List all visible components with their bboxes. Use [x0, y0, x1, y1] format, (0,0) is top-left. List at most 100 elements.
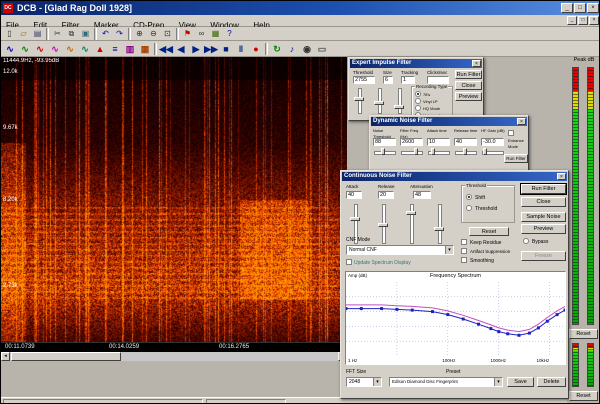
- undo-icon[interactable]: ↶: [99, 27, 112, 40]
- release-time-field[interactable]: 40: [454, 138, 477, 146]
- slider-thumb[interactable]: [374, 101, 384, 105]
- radio-threshold-label[interactable]: Threshold: [475, 206, 497, 212]
- hf-gain-field[interactable]: -30.0: [481, 138, 504, 146]
- slider-thumb[interactable]: [406, 211, 416, 215]
- cnf-mode-select[interactable]: Normal CNF: [346, 245, 454, 255]
- radio-threshold[interactable]: [466, 205, 472, 211]
- loop-icon[interactable]: ∞: [195, 27, 208, 40]
- properties-icon[interactable]: ▦: [209, 27, 222, 40]
- dynamic-noise-filter-icon[interactable]: ∿: [78, 41, 92, 56]
- artifact-suppression-label[interactable]: Artifact Suppression: [470, 249, 510, 255]
- run-filter-button[interactable]: Run Filter: [455, 70, 482, 79]
- play-reverse-icon[interactable]: ◀: [174, 41, 188, 56]
- radio-vinyl-lp[interactable]: [415, 98, 421, 104]
- run-filter-button[interactable]: Run Filter: [504, 154, 528, 163]
- tracking-field[interactable]: 1: [401, 76, 415, 84]
- bypass-label[interactable]: Bypass: [532, 239, 548, 245]
- radio-hq-mode-label[interactable]: HQ Mode: [423, 106, 440, 112]
- marker-flag-icon[interactable]: ⚑: [181, 27, 194, 40]
- radio-hq-mode[interactable]: [415, 105, 421, 111]
- threshold-field[interactable]: 2755: [353, 76, 375, 84]
- monitor-icon[interactable]: ◉: [300, 41, 314, 56]
- gain-tool-icon[interactable]: ▲: [93, 41, 107, 56]
- radio-78s-label[interactable]: 78's: [423, 92, 430, 98]
- record-meter-reset-button[interactable]: Reset: [569, 391, 598, 401]
- slider-thumb[interactable]: [350, 217, 360, 221]
- tracking-slider[interactable]: [393, 87, 405, 115]
- attack-field[interactable]: 40: [346, 191, 362, 199]
- update-spectrum-label[interactable]: Update Spectrum Display: [354, 260, 411, 266]
- paste-icon[interactable]: ▣: [79, 27, 92, 40]
- attack-time-field[interactable]: 10: [427, 138, 450, 146]
- horizontal-scrollbar[interactable]: ◂ ▸: [1, 352, 347, 361]
- keep-residue-checkbox[interactable]: [461, 239, 467, 245]
- release-slider[interactable]: [377, 203, 389, 245]
- sample-noise-button[interactable]: Sample Noise: [521, 212, 566, 222]
- reset-button[interactable]: Reset: [469, 227, 509, 236]
- noise-threshold-field[interactable]: 88: [373, 138, 396, 146]
- radio-shift-label[interactable]: Shift: [475, 195, 485, 201]
- update-spectrum-checkbox[interactable]: [346, 259, 352, 265]
- radio-vinyl-lp-label[interactable]: Vinyl LP: [423, 99, 438, 105]
- radio-78s[interactable]: [415, 91, 421, 97]
- zoom-out-icon[interactable]: ⊖: [147, 27, 160, 40]
- noise-threshold-slider[interactable]: [373, 148, 397, 155]
- slider-thumb[interactable]: [378, 223, 388, 227]
- child-close-icon[interactable]: ×: [589, 16, 599, 25]
- redo-icon[interactable]: ↷: [113, 27, 126, 40]
- child-restore-icon[interactable]: □: [578, 16, 588, 25]
- attenuation-field[interactable]: 48: [413, 191, 431, 199]
- cut-icon[interactable]: ✂: [51, 27, 64, 40]
- slider-thumb[interactable]: [434, 227, 444, 231]
- slider-thumb[interactable]: [463, 148, 467, 155]
- enhance-mode-checkbox[interactable]: [508, 130, 514, 136]
- meter-reset-button[interactable]: Reset: [569, 329, 598, 339]
- dialog-title-bar[interactable]: Expert Impulse Filter: [350, 59, 482, 68]
- zoom-in-icon[interactable]: ⊕: [133, 27, 146, 40]
- scrollbar-thumb[interactable]: [11, 352, 121, 361]
- slider-thumb[interactable]: [394, 105, 404, 109]
- slider-thumb[interactable]: [414, 148, 418, 155]
- zoom-selection-icon[interactable]: ⊡: [161, 27, 174, 40]
- close-button[interactable]: Close: [455, 81, 482, 90]
- release-time-slider[interactable]: [454, 148, 478, 155]
- continuous-noise-filter-icon[interactable]: ∿: [63, 41, 77, 56]
- loop-play-icon[interactable]: ↻: [270, 41, 284, 56]
- go-end-icon[interactable]: ▶▶: [204, 41, 218, 56]
- open-file-icon[interactable]: ▱: [17, 27, 30, 40]
- median-filter-icon[interactable]: ∿: [48, 41, 62, 56]
- equalizer-tool-icon[interactable]: ≡: [108, 41, 122, 56]
- size-slider[interactable]: [373, 87, 385, 115]
- threshold-slider[interactable]: [433, 203, 445, 245]
- source-wave-icon[interactable]: ∿: [3, 41, 17, 56]
- threshold-slider[interactable]: [353, 87, 365, 115]
- help-icon[interactable]: ?: [223, 27, 236, 40]
- new-file-icon[interactable]: ▯: [3, 27, 16, 40]
- slider-thumb[interactable]: [431, 148, 435, 155]
- attenuation-slider[interactable]: [405, 203, 417, 245]
- slider-thumb[interactable]: [354, 97, 364, 101]
- tools-extra-icon[interactable]: ▭: [315, 41, 329, 56]
- release-field[interactable]: 20: [378, 191, 394, 199]
- destination-wave-icon[interactable]: ∿: [18, 41, 32, 56]
- filter-freq-slider[interactable]: [400, 148, 424, 155]
- stop-icon[interactable]: ■: [219, 41, 233, 56]
- smoothing-label[interactable]: Smoothing: [470, 258, 494, 264]
- smoothing-checkbox[interactable]: [461, 257, 467, 263]
- preview-button[interactable]: Preview: [455, 92, 482, 101]
- dialog-title-bar[interactable]: Dynamic Noise Filter: [371, 117, 527, 126]
- child-minimize-icon[interactable]: _: [567, 16, 577, 25]
- delete-button[interactable]: Delete: [537, 377, 566, 387]
- minimize-icon[interactable]: _: [561, 3, 573, 13]
- preset-select[interactable]: Edison Diamond Disc Fingerprint: [389, 377, 503, 387]
- close-icon[interactable]: ×: [472, 60, 481, 67]
- fft-size-select[interactable]: 2048: [346, 377, 382, 387]
- spectrogram-view-icon[interactable]: ▦: [138, 41, 152, 56]
- bypass-radio[interactable]: [523, 238, 529, 244]
- pause-icon[interactable]: ‖: [234, 41, 248, 56]
- dialog-title-bar[interactable]: Continuous Noise Filter: [342, 172, 567, 181]
- radio-shift[interactable]: [466, 194, 472, 200]
- close-icon[interactable]: ×: [517, 118, 526, 125]
- artifact-suppression-checkbox[interactable]: [461, 248, 467, 254]
- save-file-icon[interactable]: ▤: [31, 27, 44, 40]
